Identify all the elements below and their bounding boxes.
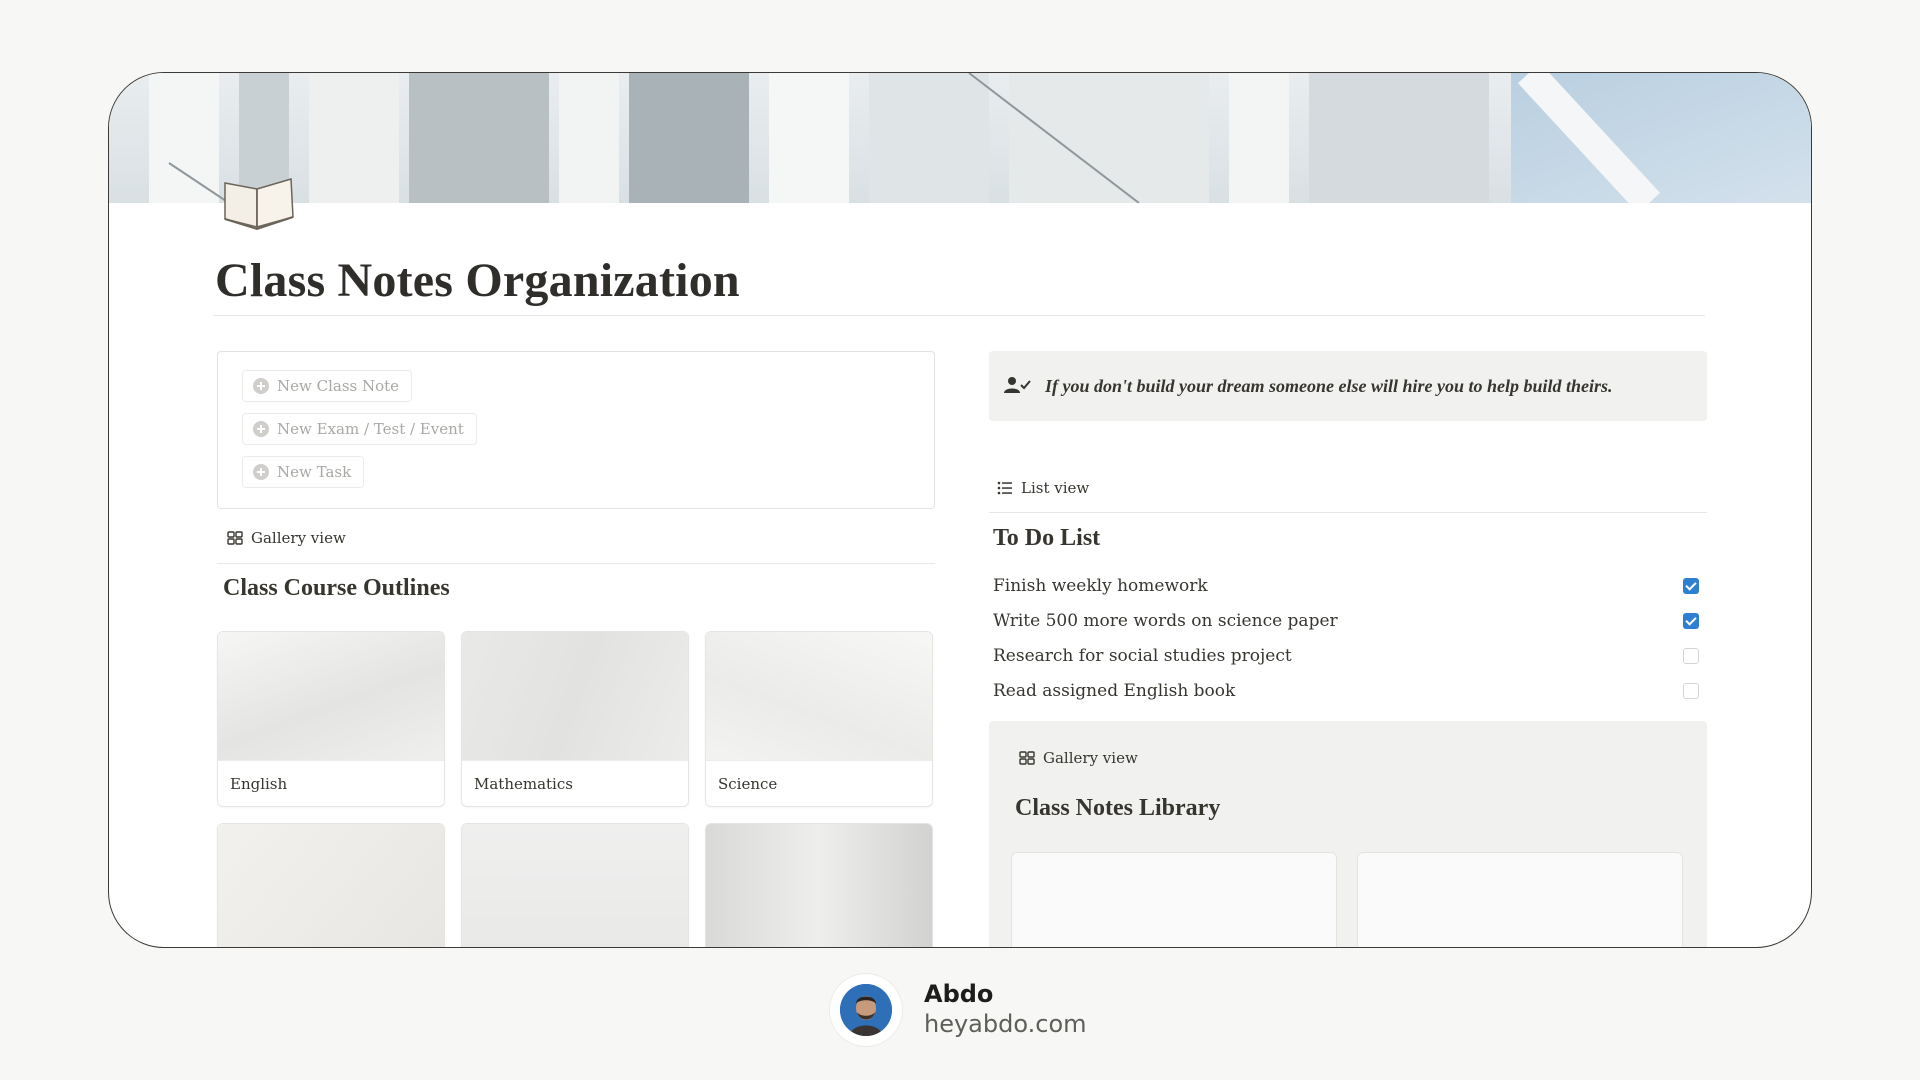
cover-lines bbox=[168, 73, 1661, 203]
view-divider bbox=[989, 512, 1707, 513]
card-cover bbox=[218, 824, 444, 947]
page-title: Class Notes Organization bbox=[215, 254, 740, 307]
open-book-icon[interactable] bbox=[219, 169, 299, 233]
tab-label: List view bbox=[1021, 479, 1090, 497]
gallery-card-science[interactable]: Science bbox=[705, 631, 933, 807]
author-name: Abdo bbox=[924, 980, 994, 1008]
quote-text: If you don't build your dream someone el… bbox=[1045, 375, 1613, 396]
cover-image[interactable] bbox=[109, 73, 1811, 203]
plus-circle-icon bbox=[253, 378, 269, 394]
todo-item[interactable]: Finish weekly homework bbox=[993, 571, 1705, 601]
gallery-grid-icon bbox=[227, 531, 243, 545]
card-cover bbox=[218, 632, 444, 760]
card-cover bbox=[706, 824, 932, 947]
todo-item[interactable]: Read assigned English book bbox=[993, 676, 1705, 706]
button-label: New Exam / Test / Event bbox=[277, 420, 464, 438]
gallery-card[interactable] bbox=[461, 823, 689, 947]
gallery-card[interactable] bbox=[705, 823, 933, 947]
tab-label: Gallery view bbox=[251, 529, 346, 547]
user-check-icon bbox=[1004, 377, 1031, 393]
tab-gallery-view[interactable]: Gallery view bbox=[227, 529, 346, 547]
tab-gallery-view[interactable]: Gallery view bbox=[1019, 749, 1138, 767]
gallery-grid-icon bbox=[1019, 751, 1035, 765]
template-buttons-block: New Class Note New Exam / Test / Event N… bbox=[217, 351, 935, 509]
checkbox-unchecked[interactable] bbox=[1683, 648, 1699, 664]
todo-label: Research for social studies project bbox=[993, 646, 1292, 666]
quote-callout: If you don't build your dream someone el… bbox=[989, 351, 1707, 421]
section-title-library: Class Notes Library bbox=[1015, 795, 1221, 821]
card-cover bbox=[462, 632, 688, 760]
checkbox-checked[interactable] bbox=[1683, 613, 1699, 629]
section-title-todo: To Do List bbox=[993, 525, 1101, 551]
gallery-card[interactable] bbox=[1357, 852, 1683, 947]
title-divider bbox=[213, 315, 1705, 316]
gallery-card-mathematics[interactable]: Mathematics bbox=[461, 631, 689, 807]
card-title: English bbox=[218, 760, 444, 806]
todo-label: Finish weekly homework bbox=[993, 576, 1208, 596]
card-title: Science bbox=[706, 760, 932, 806]
view-divider bbox=[217, 563, 935, 564]
button-label: New Task bbox=[277, 463, 352, 481]
checkbox-checked[interactable] bbox=[1683, 578, 1699, 594]
button-label: New Class Note bbox=[277, 377, 400, 395]
gallery-card[interactable] bbox=[217, 823, 445, 947]
plus-circle-icon bbox=[253, 421, 269, 437]
author-website[interactable]: heyabdo.com bbox=[924, 1010, 1087, 1038]
new-exam-test-event-button[interactable]: New Exam / Test / Event bbox=[242, 413, 477, 445]
tab-list-view[interactable]: List view bbox=[997, 479, 1089, 497]
new-task-button[interactable]: New Task bbox=[242, 456, 365, 488]
todo-label: Write 500 more words on science paper bbox=[993, 611, 1338, 631]
gallery-card-english[interactable]: English bbox=[217, 631, 445, 807]
checkbox-unchecked[interactable] bbox=[1683, 683, 1699, 699]
author-portrait bbox=[840, 984, 892, 1036]
class-notes-library-block: Gallery view Class Notes Library bbox=[989, 721, 1707, 947]
avatar bbox=[830, 974, 902, 1046]
tab-label: Gallery view bbox=[1043, 749, 1138, 767]
todo-label: Read assigned English book bbox=[993, 681, 1236, 701]
todo-item[interactable]: Write 500 more words on science paper bbox=[993, 606, 1705, 636]
todo-item[interactable]: Research for social studies project bbox=[993, 641, 1705, 671]
notion-page-window: Class Notes Organization New Class Note … bbox=[108, 72, 1812, 948]
section-title-course-outlines: Class Course Outlines bbox=[223, 575, 450, 601]
new-class-note-button[interactable]: New Class Note bbox=[242, 370, 413, 402]
card-cover bbox=[706, 632, 932, 760]
card-cover bbox=[462, 824, 688, 947]
card-title: Mathematics bbox=[462, 760, 688, 806]
list-icon bbox=[997, 481, 1012, 495]
plus-circle-icon bbox=[253, 464, 269, 480]
gallery-card[interactable] bbox=[1011, 852, 1337, 947]
